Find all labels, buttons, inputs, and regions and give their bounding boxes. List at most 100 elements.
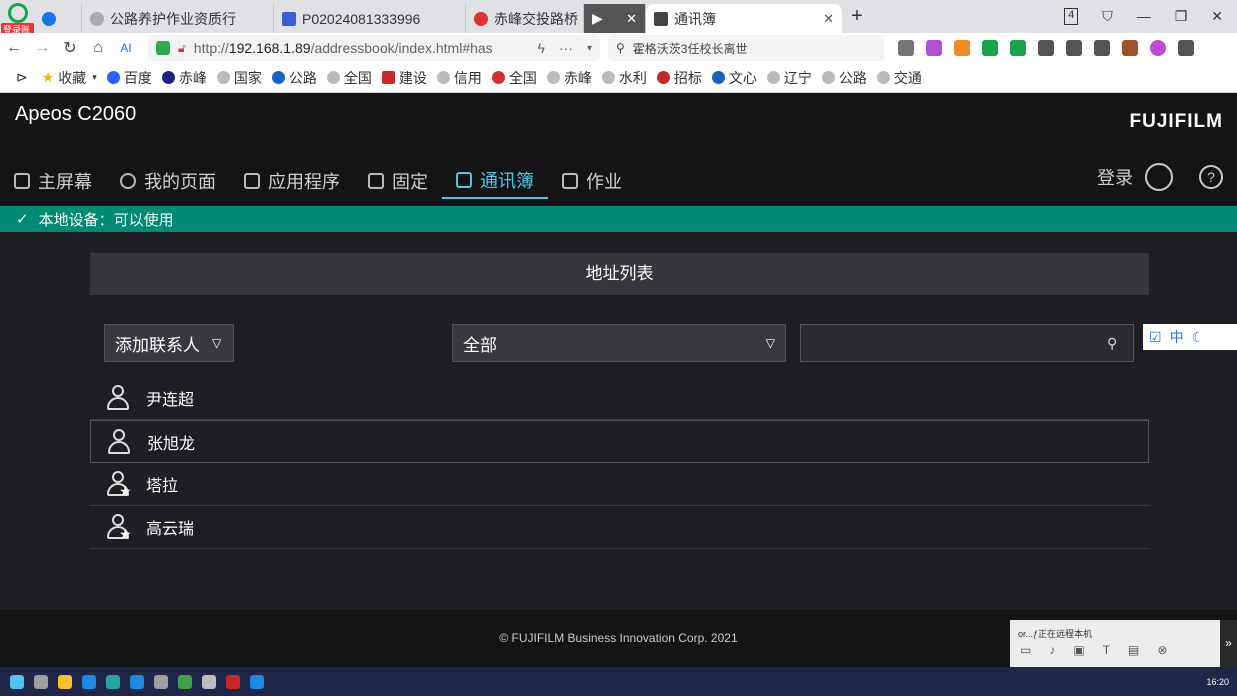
browser-logo-icon[interactable]: 登录账号 xyxy=(0,0,34,49)
start-icon[interactable] xyxy=(10,674,24,689)
puzzle-icon[interactable] xyxy=(1038,40,1054,56)
sidebar-toggle-icon[interactable]: ⊳ xyxy=(16,69,28,86)
restore-button[interactable]: ❐ xyxy=(1175,8,1188,25)
tab-chifeng[interactable]: 赤峰交投路桥 xyxy=(466,4,584,33)
nav-my-page[interactable]: 我的页面 xyxy=(106,163,230,199)
bookmark-item[interactable]: ★ 收藏 ▾ xyxy=(42,68,97,88)
translate-icon[interactable] xyxy=(926,40,942,56)
search-icon[interactable]: ⚲ xyxy=(1107,335,1123,351)
bookmark-item[interactable]: 招标 xyxy=(656,68,702,88)
user-icon xyxy=(120,173,136,189)
app-icon[interactable] xyxy=(250,674,264,689)
list-item[interactable]: ★ 高云瑞 xyxy=(90,506,1149,549)
brand-logo: FUJIFILM xyxy=(1129,111,1223,132)
briefcase-icon[interactable] xyxy=(1122,40,1138,56)
app-icon[interactable] xyxy=(226,674,240,689)
close-icon[interactable]: ⊗ xyxy=(1157,643,1167,657)
chevron-down-icon[interactable]: ▾ xyxy=(587,43,592,54)
bookmark-item[interactable]: 公路 xyxy=(271,68,317,88)
bookmark-item[interactable]: 辽宁 xyxy=(766,68,812,88)
bookmark-item[interactable]: 交通 xyxy=(876,68,922,88)
word-icon[interactable] xyxy=(982,40,998,56)
bookmark-item[interactable]: 国家 xyxy=(216,68,262,88)
clock[interactable]: 16:20 xyxy=(1206,677,1229,687)
bookmark-item[interactable]: 全国 xyxy=(326,68,372,88)
list-item[interactable]: 尹连超 xyxy=(90,377,1149,420)
app-icon[interactable] xyxy=(154,674,168,689)
ime-mode[interactable]: 中 xyxy=(1170,327,1184,347)
close-window-button[interactable]: ✕ xyxy=(1211,8,1223,25)
app-icon[interactable] xyxy=(34,674,48,689)
bookmark-item[interactable]: 赤峰 xyxy=(546,68,592,88)
nav-applications[interactable]: 应用程序 xyxy=(230,163,354,199)
insecure-icon[interactable]: 🔓︎ xyxy=(178,41,186,56)
chat-icon[interactable]: ▭ xyxy=(1020,643,1031,657)
search-input[interactable]: ⚲ 霍格沃茨3任校长离世 xyxy=(608,35,884,61)
list-item[interactable]: 张旭龙 xyxy=(90,420,1149,463)
contact-search-input[interactable] xyxy=(800,324,1134,362)
browser-icon[interactable] xyxy=(82,674,96,689)
ai-icon[interactable]: AI xyxy=(112,41,140,55)
url-field[interactable]: 🔓︎ http://192.168.1.89/addressbook/index… xyxy=(148,35,600,61)
tab-media[interactable]: ▶ ✕ xyxy=(584,4,646,33)
text-icon[interactable]: T xyxy=(1103,643,1110,657)
microphone-icon[interactable]: ♪ xyxy=(1049,643,1055,657)
bookmark-item[interactable]: 建设 xyxy=(381,68,427,88)
app-icon[interactable] xyxy=(130,674,144,689)
addressbook-content: 地址列表 添加联系人 ▽ 全部 ▽ ⚲ ☑ 中 ☾ 尹连超 张旭龙 ★ 塔拉 ★… xyxy=(0,232,1237,610)
bookmark-item[interactable]: 全国 xyxy=(491,68,537,88)
globe-icon xyxy=(436,71,450,84)
nav-addressbook[interactable]: 通讯簿 xyxy=(442,163,548,199)
app-icon[interactable] xyxy=(178,674,192,689)
menu-icon[interactable] xyxy=(1178,40,1194,56)
new-tab-button[interactable]: + xyxy=(842,5,872,28)
download-icon[interactable] xyxy=(1066,40,1082,56)
color-icon[interactable] xyxy=(1150,40,1166,56)
filter-select[interactable]: 全部 ▽ xyxy=(452,324,786,362)
tab-addressbook[interactable]: 通讯簿 ✕ xyxy=(646,4,842,33)
help-button[interactable]: ? xyxy=(1199,165,1223,189)
list-item[interactable]: ★ 塔拉 xyxy=(90,463,1149,506)
share-screen-icon[interactable]: ▣ xyxy=(1073,643,1084,657)
bookmark-item[interactable]: 赤峰 xyxy=(161,68,207,88)
game-icon[interactable] xyxy=(954,40,970,56)
reload-button[interactable]: ↻ xyxy=(56,38,84,58)
chat-icon[interactable] xyxy=(1010,40,1026,56)
add-contact-dropdown[interactable]: 添加联系人 ▽ xyxy=(104,324,234,362)
tab-count-badge[interactable]: 4 xyxy=(1064,8,1079,25)
close-icon[interactable]: ✕ xyxy=(618,11,637,27)
home-button[interactable]: ⌂ xyxy=(84,39,112,57)
tab-road-maintenance[interactable]: 公路养护作业资质行 xyxy=(82,4,274,33)
undo-icon[interactable] xyxy=(1094,40,1110,56)
person-icon xyxy=(106,385,130,411)
folder-icon[interactable]: ▤ xyxy=(1128,643,1139,657)
lightning-icon[interactable]: ϟ xyxy=(538,40,545,56)
tab-pinned[interactable] xyxy=(34,4,82,33)
bookmark-item[interactable]: 文心 xyxy=(711,68,757,88)
ime-toolbar[interactable]: ☑ 中 ☾ xyxy=(1143,324,1237,350)
back-button[interactable]: ← xyxy=(0,39,28,57)
forward-button[interactable]: → xyxy=(28,39,56,57)
shirt-icon[interactable]: ⛉ xyxy=(1102,8,1113,25)
bookmark-item[interactable]: 水利 xyxy=(601,68,647,88)
app-icon[interactable] xyxy=(202,674,216,689)
moon-icon[interactable]: ☾ xyxy=(1192,329,1205,346)
chevron-down-icon: ▽ xyxy=(212,336,222,350)
close-icon[interactable]: ✕ xyxy=(815,11,834,27)
nav-pinned[interactable]: 固定 xyxy=(354,163,442,199)
nav-jobs[interactable]: 作业 xyxy=(548,163,636,199)
nav-home[interactable]: 主屏幕 xyxy=(0,163,106,199)
more-icon[interactable]: ··· xyxy=(559,40,573,56)
bookmark-item[interactable]: 百度 xyxy=(106,68,152,88)
bookmark-item[interactable]: 公路 xyxy=(821,68,867,88)
bookmark-item[interactable]: 信用 xyxy=(436,68,482,88)
contact-name: 张旭龙 xyxy=(147,435,196,453)
login-button[interactable]: 登录 xyxy=(1097,163,1173,191)
folder-icon[interactable] xyxy=(58,674,72,689)
tab-document[interactable]: P02024081333996 xyxy=(274,4,466,33)
minimize-button[interactable]: — xyxy=(1137,8,1151,25)
expand-panel-button[interactable]: » xyxy=(1220,620,1237,667)
scissors-icon[interactable] xyxy=(898,40,914,56)
ime-toggle-icon[interactable]: ☑ xyxy=(1149,329,1162,346)
app-icon[interactable] xyxy=(106,674,120,689)
